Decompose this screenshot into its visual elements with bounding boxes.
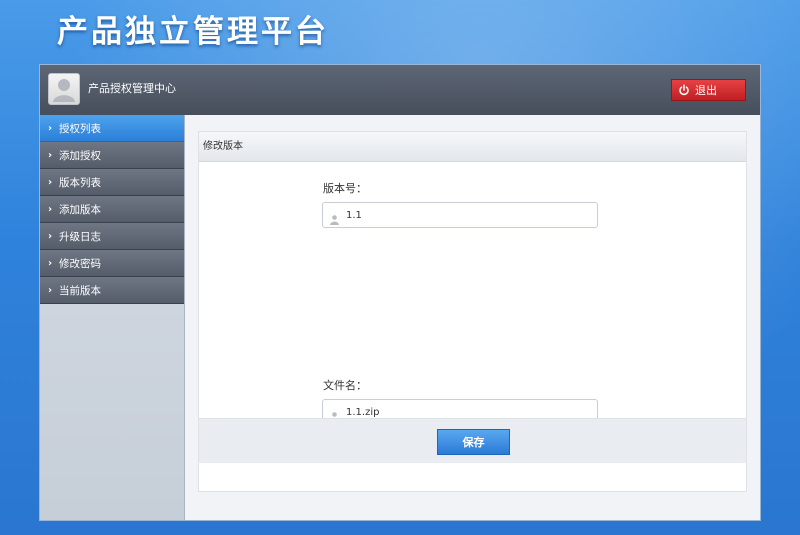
chevron-right-icon: › (48, 230, 53, 242)
chevron-right-icon: › (48, 284, 53, 296)
sidebar-item-label: 升级日志 (59, 230, 101, 243)
topbar-title: 产品授权管理中心 (88, 82, 176, 95)
sidebar-item-add-auth[interactable]: › 添加授权 (40, 142, 184, 169)
sidebar-item-upgrade-log[interactable]: › 升级日志 (40, 223, 184, 250)
sidebar-item-version-list[interactable]: › 版本列表 (40, 169, 184, 196)
filename-input[interactable] (346, 406, 586, 418)
sidebar-item-current-version[interactable]: › 当前版本 (40, 277, 184, 304)
content-area: 修改版本 版本号： 文件名： (185, 115, 760, 520)
chevron-right-icon: › (48, 122, 53, 134)
save-button[interactable]: 保存 (437, 429, 510, 455)
sidebar-item-label: 当前版本 (59, 284, 101, 297)
main-panel: 产品授权管理中心 退出 › 授权列表 › 添加授权 › 版本列表 › 添加版本 (39, 64, 761, 521)
sidebar-item-change-password[interactable]: › 修改密码 (40, 250, 184, 277)
power-icon (678, 84, 690, 96)
form-footer: 保存 (199, 418, 746, 463)
sidebar: › 授权列表 › 添加授权 › 版本列表 › 添加版本 › 升级日志 › 修改密… (40, 115, 185, 520)
chevron-right-icon: › (48, 203, 53, 215)
user-avatar-icon (48, 73, 80, 105)
version-field[interactable] (322, 202, 598, 228)
edit-version-card: 修改版本 版本号： 文件名： (198, 131, 747, 492)
sidebar-item-label: 添加版本 (59, 203, 101, 216)
top-bar: 产品授权管理中心 退出 (40, 65, 760, 115)
version-label: 版本号： (323, 182, 367, 195)
card-header: 修改版本 (199, 132, 746, 162)
chevron-right-icon: › (48, 149, 53, 161)
app-title: 产品独立管理平台 (57, 14, 329, 50)
logout-button[interactable]: 退出 (671, 79, 746, 101)
sidebar-item-label: 版本列表 (59, 176, 101, 189)
sidebar-item-label: 授权列表 (59, 122, 101, 135)
chevron-right-icon: › (48, 257, 53, 269)
chevron-right-icon: › (48, 176, 53, 188)
sidebar-item-add-version[interactable]: › 添加版本 (40, 196, 184, 223)
sidebar-item-label: 修改密码 (59, 257, 101, 270)
version-input[interactable] (346, 209, 586, 221)
sidebar-item-auth-list[interactable]: › 授权列表 (40, 115, 184, 142)
sidebar-item-label: 添加授权 (59, 149, 101, 162)
user-icon (329, 407, 340, 422)
logout-label: 退出 (695, 84, 717, 97)
filename-label: 文件名： (323, 379, 367, 392)
user-icon (329, 210, 340, 225)
